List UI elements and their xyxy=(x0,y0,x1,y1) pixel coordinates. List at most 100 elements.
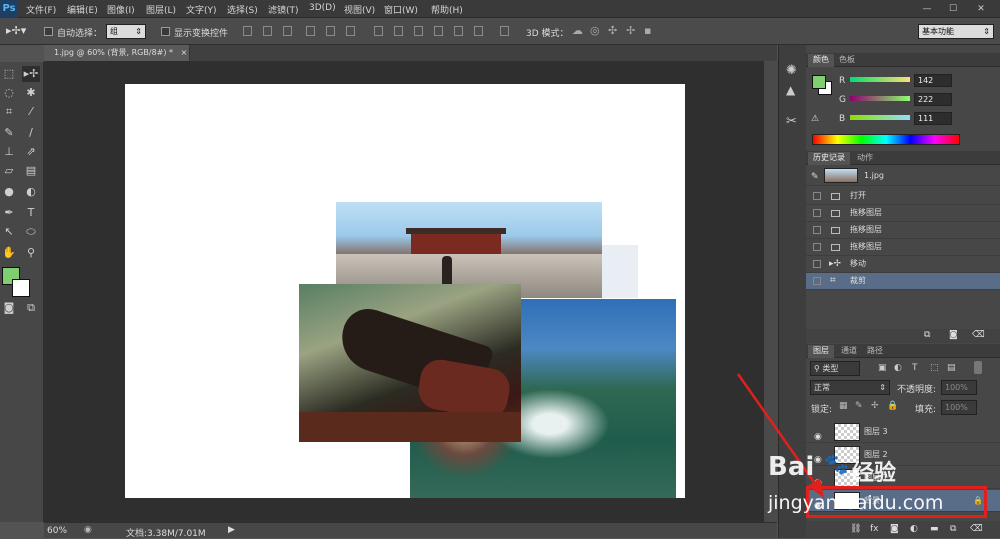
menu-edit[interactable]: 编辑(E) xyxy=(67,3,98,16)
magic-wand-tool-icon[interactable]: ✱ xyxy=(22,85,40,101)
lock-position-icon[interactable]: ✢ xyxy=(871,401,879,411)
color-fg-swatch[interactable] xyxy=(812,75,826,89)
history-item[interactable]: 拖移图层 xyxy=(806,222,1000,239)
history-checkbox[interactable] xyxy=(813,226,821,234)
menu-layer[interactable]: 图层(L) xyxy=(146,3,176,16)
3d-panel-icon[interactable]: ✺ xyxy=(786,63,797,78)
menu-file[interactable]: 文件(F) xyxy=(26,3,56,16)
crop-tool-icon[interactable]: ⌗ xyxy=(0,104,18,120)
history-checkbox[interactable] xyxy=(813,209,821,217)
auto-select-checkbox[interactable] xyxy=(44,27,53,36)
background-swatch[interactable] xyxy=(12,279,30,297)
zoom-tool-icon[interactable]: ⚲ xyxy=(22,245,40,261)
auto-align-icon[interactable] xyxy=(500,26,509,36)
spot-heal-tool-icon[interactable]: ✎ xyxy=(0,125,18,141)
status-menu-arrow-icon[interactable]: ▶ xyxy=(228,525,235,535)
distribute-left-icon[interactable] xyxy=(434,26,443,36)
tab-color[interactable]: 颜色 xyxy=(808,54,834,67)
tab-channels[interactable]: 通道 xyxy=(836,345,862,358)
minimize-button[interactable]: — xyxy=(920,3,934,15)
tab-close-icon[interactable]: × xyxy=(181,48,188,57)
lock-all-icon[interactable]: 🔒 xyxy=(887,401,898,411)
hand-tool-icon[interactable]: ✋ xyxy=(0,245,18,261)
channel-b-slider[interactable] xyxy=(850,115,910,120)
fill-value[interactable]: 100% xyxy=(941,400,977,415)
align-right-icon[interactable] xyxy=(346,26,355,36)
align-hcenter-icon[interactable] xyxy=(326,26,335,36)
status-icon[interactable]: ◉ xyxy=(84,525,92,535)
history-snapshot[interactable]: ✎ 1.jpg xyxy=(806,166,1000,186)
trash-icon[interactable]: ⌫ xyxy=(972,330,985,340)
quick-mask-icon[interactable]: ◙ xyxy=(0,300,18,316)
align-top-icon[interactable] xyxy=(243,26,252,36)
history-checkbox[interactable] xyxy=(813,260,821,268)
align-left-icon[interactable] xyxy=(306,26,315,36)
tab-paths[interactable]: 路径 xyxy=(862,345,888,358)
zoom-level[interactable]: 60% xyxy=(47,526,67,536)
filter-smart-icon[interactable]: ▤ xyxy=(947,363,956,373)
menu-select[interactable]: 选择(S) xyxy=(227,3,258,16)
distribute-hcenter-icon[interactable] xyxy=(454,26,463,36)
history-item[interactable]: ▸✢ 移动 xyxy=(806,256,1000,273)
tab-actions[interactable]: 动作 xyxy=(852,152,878,165)
pen-tool-icon[interactable]: ✒ xyxy=(0,205,18,221)
distribute-vcenter-icon[interactable] xyxy=(394,26,403,36)
menu-3d[interactable]: 3D(D) xyxy=(309,3,336,13)
tab-history[interactable]: 历史记录 xyxy=(808,152,850,165)
history-checkbox[interactable] xyxy=(813,277,821,285)
gradient-tool-icon[interactable]: ▤ xyxy=(22,163,40,179)
lasso-tool-icon[interactable]: ◌ xyxy=(0,85,18,101)
menu-help[interactable]: 帮助(H) xyxy=(431,3,463,16)
channel-g-slider[interactable] xyxy=(850,96,910,101)
blur-tool-icon[interactable]: ● xyxy=(0,184,18,200)
tab-layers[interactable]: 图层 xyxy=(808,345,834,358)
filter-type-icon[interactable]: T xyxy=(912,363,918,373)
history-checkbox[interactable] xyxy=(813,192,821,200)
align-vcenter-icon[interactable] xyxy=(263,26,272,36)
channel-r-slider[interactable] xyxy=(850,77,910,82)
history-brush-tool-icon[interactable]: ⇗ xyxy=(22,144,40,160)
channel-b-value[interactable]: 111 xyxy=(914,112,952,125)
color-spectrum-bar[interactable] xyxy=(812,134,960,145)
distribute-bottom-icon[interactable] xyxy=(414,26,423,36)
3d-scale-icon[interactable]: ▪ xyxy=(644,24,651,37)
snapshot-camera-icon[interactable]: ◙ xyxy=(949,330,958,340)
distribute-right-icon[interactable] xyxy=(474,26,483,36)
screen-mode-icon[interactable]: ⧉ xyxy=(22,300,40,316)
eraser-tool-icon[interactable]: ▱ xyxy=(0,163,18,179)
auto-select-dropdown[interactable]: 组 ⇕ xyxy=(106,24,146,39)
distribute-top-icon[interactable] xyxy=(374,26,383,36)
3d-slide-icon[interactable]: ✢ xyxy=(626,24,635,37)
menu-view[interactable]: 视图(V) xyxy=(344,3,375,16)
marquee-tool-icon[interactable]: ⬚ xyxy=(0,66,18,82)
tools-panel-icon[interactable]: ✂ xyxy=(786,114,797,129)
filter-shape-icon[interactable]: ⬚ xyxy=(930,363,939,373)
filter-toggle[interactable] xyxy=(974,361,982,374)
menu-filter[interactable]: 滤镜(T) xyxy=(268,3,299,16)
shape-tool-icon[interactable]: ⬭ xyxy=(22,224,40,240)
clone-stamp-tool-icon[interactable]: ⊥ xyxy=(0,144,18,160)
history-item[interactable]: 拖移图层 xyxy=(806,239,1000,256)
menu-image[interactable]: 图像(I) xyxy=(107,3,135,16)
menu-window[interactable]: 窗口(W) xyxy=(384,3,418,16)
history-item-selected[interactable]: ⌗ 裁剪 xyxy=(806,273,1000,290)
3d-drag-icon[interactable]: ✣ xyxy=(608,24,617,37)
channel-g-value[interactable]: 222 xyxy=(914,93,952,106)
3d-rotate-icon[interactable]: ☁ xyxy=(572,24,583,37)
opacity-value[interactable]: 100% xyxy=(941,380,977,395)
dodge-tool-icon[interactable]: ◐ xyxy=(22,184,40,200)
gamut-warning-icon[interactable]: ⚠ xyxy=(811,114,819,124)
type-tool-icon[interactable]: T xyxy=(22,205,40,221)
filter-adjust-icon[interactable]: ◐ xyxy=(894,363,902,373)
history-item[interactable]: 打开 xyxy=(806,188,1000,205)
move-tool-icon[interactable]: ▸✢ xyxy=(22,66,40,82)
menu-type[interactable]: 文字(Y) xyxy=(186,3,217,16)
brush-tool-icon[interactable]: / xyxy=(22,125,40,141)
lock-pixels-icon[interactable]: ✎ xyxy=(855,401,863,411)
channel-r-value[interactable]: 142 xyxy=(914,74,952,87)
history-checkbox[interactable] xyxy=(813,243,821,251)
document-tab[interactable]: 1.jpg @ 60% (背景, RGB/8#) * × xyxy=(44,45,190,61)
workspace-dropdown[interactable]: 基本功能 ⇕ xyxy=(918,24,994,39)
tab-swatches[interactable]: 色板 xyxy=(834,54,860,67)
eyedropper-tool-icon[interactable]: ⁄ xyxy=(22,104,40,120)
